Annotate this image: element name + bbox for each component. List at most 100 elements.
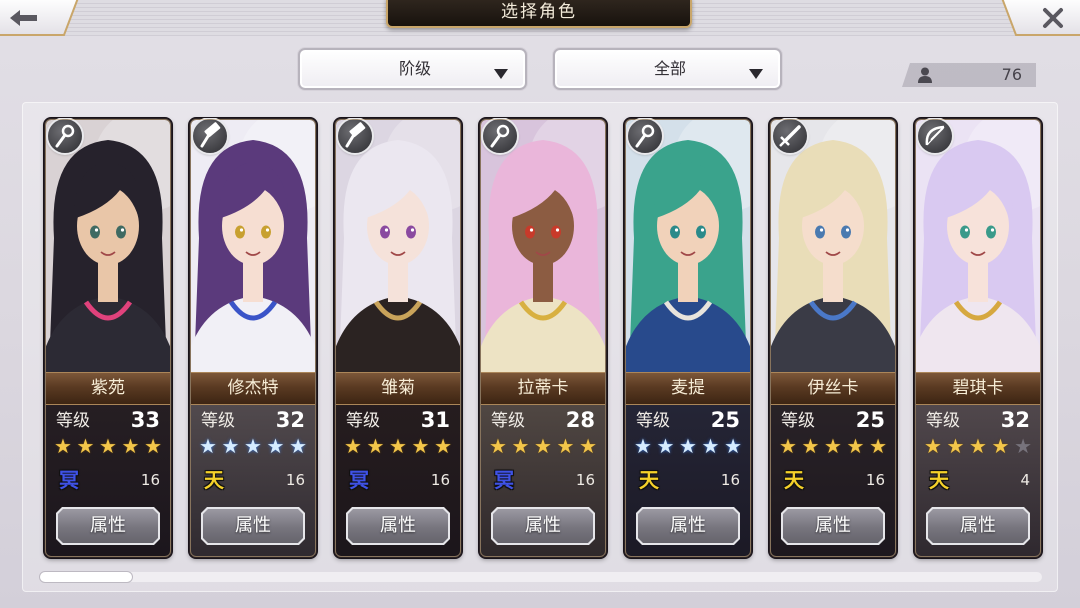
arrow-left-icon [9, 9, 39, 27]
level-value: 25 [710, 408, 740, 432]
character-name: 碧琪卡 [952, 378, 1004, 398]
page-title: 选择角色 [501, 2, 577, 22]
character-name: 拉蒂卡 [517, 378, 569, 398]
character-card[interactable]: 麦提 等级 25 ★ ★ ★ ★ ★ 天 16 属性 [624, 118, 752, 558]
attribute-button-label: 属性 [638, 509, 738, 543]
character-card[interactable]: 修杰特 等级 32 ★ ★ ★ ★ ★ 天 16 属性 [189, 118, 317, 558]
element-badge: 天 [929, 468, 949, 492]
title-banner: 选择角色 [386, 0, 692, 28]
star-rating: ★ ★ ★ ★ ★ [489, 435, 597, 457]
back-button[interactable] [0, 0, 80, 38]
attribute-button[interactable]: 属性 [781, 507, 885, 545]
star-filled-icon: ★ [846, 434, 865, 458]
attribute-button-label: 属性 [348, 509, 448, 543]
character-stats: 等级 25 ★ ★ ★ ★ ★ 天 16 属性 [626, 405, 750, 556]
character-name-banner: 紫苑 [46, 372, 170, 405]
attribute-button-label: 属性 [203, 509, 303, 543]
scrollbar-track[interactable] [40, 572, 1042, 582]
staff-icon [48, 119, 82, 153]
character-name-banner: 雏菊 [336, 372, 460, 405]
character-name: 紫苑 [91, 378, 125, 398]
character-name-banner: 拉蒂卡 [481, 372, 605, 405]
star-filled-icon: ★ [54, 434, 72, 458]
level-label: 等级 [926, 411, 960, 431]
star-filled-icon: ★ [924, 434, 942, 458]
star-filled-icon: ★ [534, 434, 552, 458]
star-rating: ★ ★ ★ ★ ★ [634, 435, 742, 457]
character-stats: 等级 32 ★ ★ ★ ★ ★ 天 4 属性 [916, 405, 1040, 556]
hammer-icon [338, 119, 372, 153]
character-card[interactable]: 紫苑 等级 33 ★ ★ ★ ★ ★ 冥 16 属性 [44, 118, 172, 558]
element-value: 16 [575, 471, 595, 489]
character-name-banner: 麦提 [626, 372, 750, 405]
element-badge: 天 [204, 468, 224, 492]
character-card[interactable]: 雏菊 等级 31 ★ ★ ★ ★ ★ 冥 16 属性 [334, 118, 462, 558]
star-empty-icon: ★ [1014, 434, 1032, 458]
star-filled-icon: ★ [199, 434, 217, 458]
star-filled-icon: ★ [556, 434, 575, 458]
element-badge: 冥 [349, 468, 369, 492]
star-filled-icon: ★ [411, 434, 430, 458]
star-filled-icon: ★ [121, 434, 140, 458]
level-label: 等级 [781, 411, 815, 431]
star-filled-icon: ★ [99, 434, 117, 458]
attribute-button[interactable]: 属性 [491, 507, 595, 545]
hammer-icon [193, 119, 227, 153]
star-filled-icon: ★ [869, 434, 887, 458]
star-filled-icon: ★ [221, 434, 240, 458]
caret-down-icon [749, 64, 763, 79]
attribute-button[interactable]: 属性 [56, 507, 160, 545]
character-card[interactable]: 拉蒂卡 等级 28 ★ ★ ★ ★ ★ 冥 16 属性 [479, 118, 607, 558]
character-name: 雏菊 [381, 378, 415, 398]
element-value: 16 [720, 471, 740, 489]
level-value: 28 [565, 408, 595, 432]
level-label: 等级 [346, 411, 380, 431]
attribute-button-label: 属性 [783, 509, 883, 543]
star-filled-icon: ★ [634, 434, 652, 458]
star-rating: ★ ★ ★ ★ ★ [54, 435, 162, 457]
attribute-button-label: 属性 [928, 509, 1028, 543]
level-value: 33 [130, 408, 160, 432]
star-filled-icon: ★ [801, 434, 820, 458]
character-name-banner: 修杰特 [191, 372, 315, 405]
star-filled-icon: ★ [244, 434, 262, 458]
star-filled-icon: ★ [701, 434, 720, 458]
star-filled-icon: ★ [76, 434, 95, 458]
star-filled-icon: ★ [489, 434, 507, 458]
attribute-button[interactable]: 属性 [926, 507, 1030, 545]
attribute-button[interactable]: 属性 [346, 507, 450, 545]
close-icon [1042, 7, 1064, 29]
character-name: 麦提 [671, 378, 705, 398]
character-name: 修杰特 [227, 378, 279, 398]
character-stats: 等级 31 ★ ★ ★ ★ ★ 冥 16 属性 [336, 405, 460, 556]
character-stats: 等级 28 ★ ★ ★ ★ ★ 冥 16 属性 [481, 405, 605, 556]
close-button[interactable] [1000, 0, 1080, 38]
star-filled-icon: ★ [779, 434, 797, 458]
attribute-button-label: 属性 [493, 509, 593, 543]
bow-icon [918, 119, 952, 153]
character-card[interactable]: 伊丝卡 等级 25 ★ ★ ★ ★ ★ 天 16 属性 [769, 118, 897, 558]
level-value: 32 [1000, 408, 1030, 432]
attribute-button[interactable]: 属性 [201, 507, 305, 545]
star-filled-icon: ★ [266, 434, 285, 458]
sword-icon [773, 119, 807, 153]
attribute-button[interactable]: 属性 [636, 507, 740, 545]
owned-count-value: 76 [1001, 65, 1022, 84]
person-icon [918, 67, 932, 83]
character-name-banner: 伊丝卡 [771, 372, 895, 405]
caret-down-icon [494, 64, 508, 79]
category-filter-dropdown[interactable]: 全部 [553, 48, 782, 90]
star-filled-icon: ★ [389, 434, 407, 458]
scrollbar-thumb[interactable] [40, 572, 132, 582]
character-stats: 等级 25 ★ ★ ★ ★ ★ 天 16 属性 [771, 405, 895, 556]
character-stats: 等级 32 ★ ★ ★ ★ ★ 天 16 属性 [191, 405, 315, 556]
character-card[interactable]: 碧琪卡 等级 32 ★ ★ ★ ★ ★ 天 4 属性 [914, 118, 1042, 558]
star-rating: ★ ★ ★ ★ ★ [199, 435, 307, 457]
star-filled-icon: ★ [991, 434, 1010, 458]
star-filled-icon: ★ [366, 434, 385, 458]
rank-filter-dropdown[interactable]: 阶级 [298, 48, 527, 90]
star-filled-icon: ★ [679, 434, 697, 458]
character-name-banner: 碧琪卡 [916, 372, 1040, 405]
star-filled-icon: ★ [969, 434, 987, 458]
level-label: 等级 [201, 411, 235, 431]
